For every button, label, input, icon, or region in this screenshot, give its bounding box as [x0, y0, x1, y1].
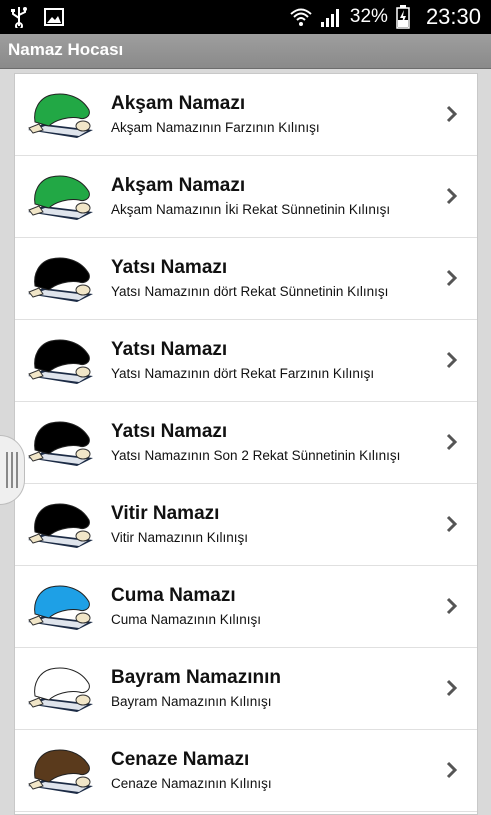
item-title: Yatsı Namazı — [111, 257, 228, 278]
usb-icon — [11, 7, 27, 28]
clock: 23:30 — [425, 4, 481, 29]
list-item[interactable]: Yatsı Namazı Yatsı Namazının dört Rekat … — [15, 238, 477, 320]
item-subtitle: Yatsı Namazının dört Rekat Sünnetinin Kı… — [111, 284, 389, 299]
wifi-icon — [290, 8, 312, 26]
chevron-right-icon — [446, 433, 458, 451]
prayer-posture-icon — [28, 503, 93, 548]
item-title: Yatsı Namazı — [111, 339, 228, 360]
chevron-right-icon — [446, 351, 458, 369]
list-item[interactable]: Akşam Namazı Akşam Namazının İki Rekat S… — [15, 156, 477, 238]
action-bar: Namaz Hocası — [0, 34, 491, 69]
chevron-right-icon — [446, 269, 458, 287]
list-item[interactable]: Yatsı Namazı Yatsı Namazının dört Rekat … — [15, 320, 477, 402]
prayer-posture-icon — [28, 339, 93, 384]
item-title: Cuma Namazı — [111, 585, 236, 606]
chevron-right-icon — [446, 105, 458, 123]
prayer-list[interactable]: Akşam Namazı Akşam Namazının Farzının Kı… — [14, 73, 478, 815]
list-item[interactable]: Akşam Namazı Akşam Namazının Farzının Kı… — [15, 74, 477, 156]
chevron-right-icon — [446, 187, 458, 205]
status-bar: 32% 23:30 — [0, 0, 491, 34]
image-icon — [44, 8, 64, 26]
app-title: Namaz Hocası — [8, 40, 124, 59]
battery-charging-icon — [396, 5, 410, 29]
list-item[interactable]: Vitir Namazı Vitir Namazının Kılınışı — [15, 484, 477, 566]
item-subtitle: Akşam Namazının İki Rekat Sünnetinin Kıl… — [111, 202, 391, 217]
item-title: Bayram Namazının — [111, 667, 282, 688]
item-subtitle: Cuma Namazının Kılınışı — [111, 612, 262, 627]
item-title: Vitir Namazı — [111, 503, 220, 524]
chevron-right-icon — [446, 515, 458, 533]
item-title: Cenaze Namazı — [111, 749, 250, 770]
signal-icon — [320, 9, 339, 27]
list-item[interactable]: Yatsı Namazı Yatsı Namazının Son 2 Rekat… — [15, 402, 477, 484]
chevron-right-icon — [446, 761, 458, 779]
item-subtitle: Cenaze Namazının Kılınışı — [111, 776, 272, 791]
item-title: Yatsı Namazı — [111, 421, 228, 442]
list-item[interactable]: Bayram Namazının Bayram Namazının Kılını… — [15, 648, 477, 730]
item-subtitle: Akşam Namazının Farzının Kılınışı — [111, 120, 320, 135]
item-subtitle: Yatsı Namazının Son 2 Rekat Sünnetinin K… — [111, 448, 401, 463]
prayer-posture-icon — [28, 585, 93, 630]
chevron-right-icon — [446, 597, 458, 615]
prayer-posture-icon — [28, 667, 93, 712]
prayer-posture-icon — [28, 93, 93, 138]
prayer-posture-icon — [28, 421, 93, 466]
battery-percent: 32% — [349, 6, 388, 27]
grip-lines-icon — [6, 452, 18, 488]
chevron-right-icon — [446, 679, 458, 697]
item-title: Akşam Namazı — [111, 175, 246, 196]
prayer-posture-icon — [28, 175, 93, 220]
list-item[interactable]: Cuma Namazı Cuma Namazının Kılınışı — [15, 566, 477, 648]
item-subtitle: Yatsı Namazının dört Rekat Farzının Kılı… — [111, 366, 375, 381]
prayer-posture-icon — [28, 257, 93, 302]
item-subtitle: Bayram Namazının Kılınışı — [111, 694, 272, 709]
prayer-posture-icon — [28, 749, 93, 794]
item-title: Akşam Namazı — [111, 93, 246, 114]
item-subtitle: Vitir Namazının Kılınışı — [111, 530, 249, 545]
